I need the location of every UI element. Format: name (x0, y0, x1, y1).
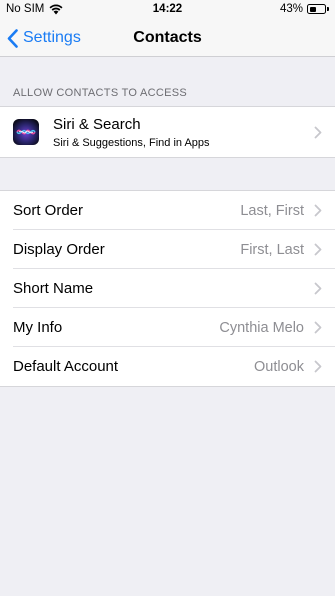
battery-icon (307, 4, 329, 14)
row-label: My Info (13, 319, 63, 336)
sort-order-row[interactable]: Sort Order Last, First (0, 191, 335, 230)
siri-subtitle: Siri & Suggestions, Find in Apps (53, 137, 210, 149)
chevron-right-icon (314, 204, 322, 217)
row-value: Cynthia Melo (219, 320, 304, 336)
default-account-row[interactable]: Default Account Outlook (0, 347, 335, 386)
row-label: Short Name (13, 280, 94, 297)
battery-percent: 43% (279, 3, 303, 15)
row-label: Display Order (13, 241, 105, 258)
display-order-row[interactable]: Display Order First, Last (0, 230, 335, 269)
chevron-right-icon (314, 126, 322, 139)
section-header: ALLOW CONTACTS TO ACCESS (13, 87, 188, 99)
page-title: Contacts (133, 29, 202, 46)
row-value: First, Last (240, 242, 304, 258)
siri-title: Siri & Search (53, 116, 141, 133)
contacts-settings-list: Sort Order Last, First Display Order Fir… (0, 190, 335, 387)
chevron-right-icon (314, 321, 322, 334)
chevron-right-icon (314, 243, 322, 256)
row-label: Default Account (13, 358, 119, 375)
siri-icon (13, 119, 39, 145)
status-bar: No SIM 14:22 43% (0, 0, 335, 20)
status-right: 43% (280, 3, 329, 15)
my-info-row[interactable]: My Info Cynthia Melo (0, 308, 335, 347)
chevron-right-icon (314, 282, 322, 295)
short-name-row[interactable]: Short Name (0, 269, 335, 308)
row-value: Outlook (254, 359, 304, 375)
siri-search-row[interactable]: Siri & Search Siri & Suggestions, Find i… (0, 106, 335, 158)
navigation-bar: Settings Contacts (0, 20, 335, 57)
chevron-right-icon (314, 360, 322, 373)
row-label: Sort Order (13, 202, 84, 219)
row-value: Last, First (240, 203, 304, 219)
